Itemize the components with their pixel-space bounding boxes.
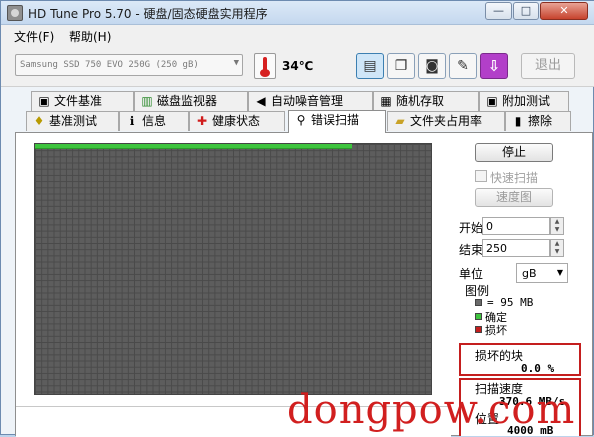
temperature-readout: 34℃: [282, 59, 314, 73]
menu-file[interactable]: 文件(F): [14, 28, 54, 45]
tab-benchmark[interactable]: ♦ 基准测试: [26, 111, 119, 131]
tab-erase[interactable]: ▮ 擦除: [505, 111, 571, 131]
legend-ok-swatch: [475, 313, 482, 320]
start-label: 开始: [459, 221, 484, 235]
download-button[interactable]: ⇩: [480, 53, 508, 79]
damaged-blocks-label: 损坏的块: [475, 349, 524, 363]
tab-file-benchmark[interactable]: ▣ 文件基准: [31, 91, 134, 111]
tab-health[interactable]: ✚ 健康状态: [189, 111, 285, 131]
end-input[interactable]: 250: [482, 239, 550, 257]
hdtune-app-icon: [7, 5, 23, 21]
magnifier-icon: ⚲: [296, 113, 306, 127]
quick-scan-label: 快速扫描: [490, 171, 539, 185]
health-cross-icon: ✚: [196, 114, 208, 128]
spin-down-icon: ▼: [554, 248, 560, 255]
damaged-blocks-box: 损坏的块 0.0 %: [459, 343, 581, 376]
download-arrow-icon: ⇩: [487, 57, 501, 75]
menu-help[interactable]: 帮助(H): [69, 28, 111, 45]
scanned-ok-progress: [35, 144, 352, 149]
quick-scan-checkbox[interactable]: [475, 170, 487, 182]
title-bar: HD Tune Pro 5.70 - 硬盘/固态硬盘实用程序 — □ ✕: [1, 1, 594, 25]
drive-select-value: Samsung SSD 750 EVO 250G (250 gB): [20, 60, 199, 70]
copy-pages-icon: ❐: [394, 58, 408, 74]
spin-up-icon: ▲: [554, 218, 560, 225]
legend-block-swatch: [475, 299, 482, 306]
speed-map-button[interactable]: 速度图: [475, 188, 553, 207]
unit-select[interactable]: gB ▼: [516, 263, 568, 283]
close-button[interactable]: ✕: [540, 2, 588, 20]
watermark-text: dongpow.com: [287, 387, 576, 433]
chevron-down-icon: ▼: [556, 268, 563, 277]
disk-monitor-icon: ▥: [141, 94, 153, 108]
start-input[interactable]: 0: [482, 217, 550, 235]
block-map: [34, 143, 432, 395]
file-benchmark-icon: ▣: [38, 94, 50, 108]
damaged-blocks-value: 0.0 %: [521, 362, 555, 375]
info-icon: ℹ: [129, 114, 135, 128]
chevron-down-icon: ▼: [233, 58, 239, 68]
camera-icon: ◙: [425, 58, 439, 74]
options-button[interactable]: ✎: [449, 53, 477, 79]
tab-folder-usage[interactable]: ▰ 文件夹占用率: [387, 111, 505, 131]
wrench-icon: ✎: [457, 58, 469, 74]
copy-document-icon: ▤: [363, 58, 377, 74]
spin-down-icon: ▼: [554, 226, 560, 233]
end-label: 结束: [459, 243, 484, 257]
speaker-icon: ◀: [256, 94, 266, 108]
copy-info-button[interactable]: ▤: [356, 53, 384, 79]
tab-error-scan[interactable]: ⚲ 错误扫描: [288, 110, 386, 133]
tab-info[interactable]: ℹ 信息: [119, 111, 189, 131]
random-access-icon: ▦: [380, 94, 392, 108]
legend-block-size: = 95 MB: [487, 296, 534, 309]
tab-random-access[interactable]: ▦ 随机存取: [373, 91, 479, 111]
copy-all-button[interactable]: ❐: [387, 53, 415, 79]
start-spinner[interactable]: ▲ ▼: [550, 217, 564, 235]
app-window: HD Tune Pro 5.70 - 硬盘/固态硬盘实用程序 — □ ✕ 文件(…: [0, 0, 594, 437]
thermometer-icon: [254, 53, 276, 79]
drive-select[interactable]: Samsung SSD 750 EVO 250G (250 gB) ▼: [15, 54, 243, 76]
unit-label: 单位: [459, 267, 484, 281]
spin-up-icon: ▲: [554, 240, 560, 247]
unit-select-value: gB: [522, 267, 537, 280]
tab-disk-monitor[interactable]: ▥ 磁盘监视器: [134, 91, 248, 111]
tab-extra-tests[interactable]: ▣ 附加测试: [479, 91, 569, 111]
window-title: HD Tune Pro 5.70 - 硬盘/固态硬盘实用程序: [28, 7, 268, 21]
toolbar: Samsung SSD 750 EVO 250G (250 gB) ▼ 34℃ …: [1, 45, 594, 87]
trash-icon: ▮: [514, 114, 522, 128]
extra-tests-icon: ▣: [486, 94, 498, 108]
benchmark-bulb-icon: ♦: [33, 114, 45, 128]
folder-icon: ▰: [395, 114, 405, 128]
tab-aam[interactable]: ◀ 自动噪音管理: [248, 91, 373, 111]
maximize-button[interactable]: □: [513, 2, 539, 20]
screenshot-button[interactable]: ◙: [418, 53, 446, 79]
legend-damaged-label: 损坏: [485, 324, 507, 337]
menu-bar: 文件(F) 帮助(H): [1, 25, 594, 45]
legend-damaged-swatch: [475, 326, 482, 333]
stop-button[interactable]: 停止: [475, 143, 553, 162]
exit-button[interactable]: 退出: [521, 53, 575, 79]
end-spinner[interactable]: ▲ ▼: [550, 239, 564, 257]
minimize-button[interactable]: —: [485, 2, 512, 20]
legend-title: 图例: [465, 284, 490, 298]
